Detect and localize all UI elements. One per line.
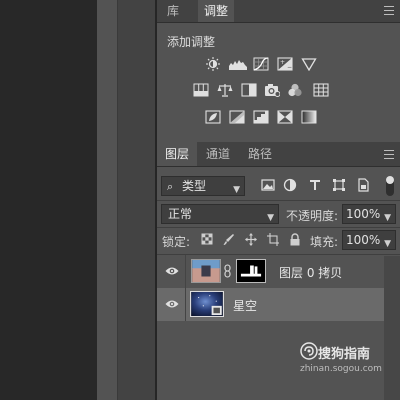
fill-label: 填充: (310, 235, 339, 249)
color-balance-icon[interactable] (217, 83, 233, 97)
svg-text:−: − (287, 64, 292, 71)
chevron-down-icon: ▼ (233, 185, 240, 195)
blend-divider (157, 227, 400, 228)
shape-filter-icon[interactable] (332, 178, 346, 192)
link-icon[interactable] (224, 264, 231, 278)
adjustments-menu-icon[interactable] (384, 6, 394, 15)
svg-text:+: + (280, 59, 285, 66)
right-panel: 库 调整 添加调整 + − 图层 通道 路径 ⌕ 类型 ▼ 正常 ▼ 不透明度:… (157, 0, 400, 400)
gradient-map-icon[interactable] (301, 110, 317, 124)
layer-row-selected[interactable]: 星空 (157, 288, 384, 321)
channel-mixer-icon[interactable] (287, 83, 303, 97)
layer-row[interactable]: 图层 0 拷贝 (157, 255, 384, 288)
add-adjustment-title: 添加调整 (167, 35, 216, 49)
lock-all-icon[interactable] (289, 233, 301, 246)
tab-library[interactable]: 库 (157, 0, 189, 22)
blend-mode-dropdown[interactable]: 正常 ▼ (161, 204, 279, 224)
blend-mode-value: 正常 (168, 207, 193, 221)
layer-name[interactable]: 星空 (233, 297, 257, 314)
panel-dock-collapsed (118, 0, 155, 400)
tab-adjustments[interactable]: 调整 (198, 0, 234, 22)
layers-tabbar: 图层 通道 路径 (157, 142, 400, 167)
selective-color-icon[interactable] (277, 110, 293, 124)
opacity-label: 不透明度: (286, 209, 339, 223)
pixel-filter-icon[interactable] (261, 178, 275, 192)
lock-position-icon[interactable] (245, 233, 257, 246)
tab-layers[interactable]: 图层 (157, 142, 197, 166)
lock-transparent-pixels-icon[interactable] (201, 233, 213, 246)
tab-paths[interactable]: 路径 (241, 142, 279, 166)
color-lookup-icon[interactable] (313, 83, 329, 97)
watermark-url: zhinan.sogou.com (300, 364, 382, 374)
document-canvas-area (0, 0, 97, 400)
filter-toggle-switch[interactable] (386, 176, 394, 196)
sogou-logo-icon (300, 342, 318, 360)
lock-artboard-icon[interactable] (267, 233, 279, 246)
opacity-input[interactable]: 100% ▼ (342, 204, 396, 224)
chevron-down-icon: ▼ (384, 239, 391, 249)
filter-divider (157, 200, 400, 201)
watermark: 搜狗指南 zhinan.sogou.com (300, 342, 400, 382)
fill-value: 100% (346, 233, 381, 247)
canvas-gutter (97, 0, 117, 400)
posterize-icon[interactable] (229, 110, 245, 124)
watermark-name: 搜狗指南 (318, 347, 371, 362)
adjustment-filter-icon[interactable] (283, 178, 297, 192)
layer-mask-thumbnail[interactable] (236, 259, 266, 283)
vibrance-icon[interactable] (193, 83, 209, 97)
levels-icon[interactable] (228, 57, 248, 71)
text-filter-icon[interactable] (308, 178, 322, 192)
photo-filter-icon[interactable] (264, 83, 280, 97)
lock-image-pixels-icon[interactable] (223, 233, 235, 246)
layer-filter-dropdown[interactable]: ⌕ 类型 ▼ (161, 176, 245, 196)
opacity-value: 100% (346, 207, 381, 221)
smart-object-filter-icon[interactable] (356, 178, 370, 192)
visibility-divider (185, 288, 186, 321)
exposure-icon[interactable]: + − (277, 57, 293, 71)
fill-input[interactable]: 100% ▼ (342, 230, 396, 250)
eye-icon[interactable] (165, 299, 179, 309)
threshold-icon[interactable] (253, 110, 269, 124)
black-white-icon[interactable] (241, 83, 257, 97)
invert-icon[interactable] (205, 110, 221, 124)
lock-label: 锁定: (162, 235, 191, 249)
layer-thumbnail[interactable] (190, 291, 224, 317)
layer-filter-value: 类型 (182, 179, 207, 193)
gradient-triangle-icon[interactable] (301, 57, 317, 71)
curves-icon[interactable] (253, 57, 269, 71)
brightness-contrast-icon[interactable] (205, 57, 221, 71)
chevron-down-icon: ▼ (267, 213, 274, 223)
layer-thumbnail[interactable] (191, 259, 221, 283)
eye-icon[interactable] (165, 266, 179, 276)
layers-menu-icon[interactable] (384, 150, 394, 159)
search-icon: ⌕ (167, 180, 174, 193)
tab-channels[interactable]: 通道 (199, 142, 237, 166)
chevron-down-icon: ▼ (384, 213, 391, 223)
adjustments-tabbar: 库 调整 (157, 0, 400, 23)
layer-name[interactable]: 图层 0 拷贝 (279, 264, 342, 281)
visibility-divider (185, 255, 186, 288)
